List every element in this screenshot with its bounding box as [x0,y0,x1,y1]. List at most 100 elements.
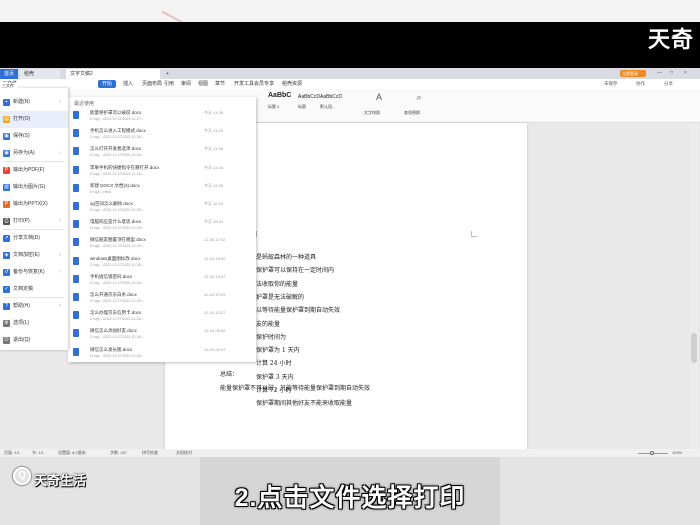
file-menu-item[interactable]: ◈ 文档加密(E) › [0,247,68,264]
recent-file-name: 怎么打开开发者选项.docx [90,146,142,152]
chevron-right-icon: › [59,303,61,309]
file-menu-item[interactable]: ▤ 打开(O) [0,111,68,128]
file-menu-item[interactable]: + 新建(N) › [0,94,68,111]
style-sample-2: AaBbCcD [298,94,320,100]
recent-file-path: D:\qq\...\2021.12.27\2021.12.24\... [90,317,145,322]
recent-file-name: 新建 DOCX 文档(3).docx [90,182,140,188]
zoom-level: 100% [672,450,683,455]
word-check-button[interactable]: 文档校对 [176,450,192,456]
instruction-caption: 2.点击文件选择打印 [234,484,466,512]
file-menu-item[interactable]: ▨ 输出为图片(G) [0,179,68,196]
file-menu-item[interactable]: ▣ 保存(S) [0,128,68,145]
recent-file-path: D:\qq\...\2021.12.27\2021.12.24\... [90,262,145,267]
menu-item-icon: ⏻ [3,337,10,344]
menu-item-label: 备份与恢复(K) [13,269,45,275]
recent-file-row[interactable]: 怎么开通京东白条.docx D:\qq\...\2021.12.27\2021.1… [68,289,256,308]
recent-file-row[interactable]: 手机怎么进入工程模式.docx D:\qq\...\2021.12.27\2021… [68,125,256,144]
recent-file-row[interactable]: windows桌面图标改.docx D:\qq\...\2021.12.27\20… [68,253,256,272]
word-doc-icon [73,183,79,192]
menu-item-label: 打印(P) [13,218,30,224]
recent-file-row[interactable]: 新建 DOCX 文档(3).docx D:\qq\...\new\ 今天 11:28 [68,180,256,199]
zoom-slider-handle[interactable] [650,451,654,455]
menu-item-label: 输出为PDF(F) [13,167,45,173]
menu-item-icon: ◈ [3,252,10,259]
menu-item[interactable]: 开发工具 [234,79,254,89]
document-text-line: 友的能量 [256,320,281,328]
tab-template[interactable]: 稻壳 [20,69,60,79]
menu-item[interactable]: 稻壳资源 [282,79,302,89]
menu-item[interactable]: 开始 [98,80,117,88]
menu-item-label: 打开(O) [13,116,31,122]
word-doc-icon [73,293,79,301]
recent-file-row[interactable]: 微信朋友圈置顶在哪里.docx D:\qq\...\2021.12.27\2021… [68,234,256,253]
file-menu-item[interactable]: ⏻ 退出(Q) [0,332,68,349]
chevron-right-icon: › [59,252,61,258]
recent-file-row[interactable]: 怎么打开开发者选项.docx D:\qq\...\2021.12.27\2021.… [68,143,256,162]
share-button[interactable]: 分享 [664,79,673,89]
recent-file-row[interactable]: 苹果手机的快捷指令在哪打开.docx D:\qq\...\2021.12.27\2… [68,162,256,181]
word-doc-icon [73,165,79,174]
top-brand-logo: 天奇 [647,27,694,52]
minimize-button[interactable]: — [655,70,664,77]
recent-file-row[interactable]: 微信怎么发长图.docx D:\qq\...\2021.12.27\2021.12… [68,344,256,363]
menu-item[interactable]: 插入 [123,79,133,89]
word-doc-icon [73,202,79,210]
file-menu-item[interactable]: ⎙ 打印(P) › [0,213,68,230]
recent-file-time: 今天 10:13 [204,201,224,206]
recent-file-row[interactable]: 怎么办理京东信用卡.docx D:\qq\...\2021.12.27\2021.… [68,307,256,326]
recent-file-time: 今天 11:35 [204,110,223,115]
recent-file-time: 今天 11:29 [204,128,223,134]
chevron-right-icon: › [59,150,61,156]
tab-home[interactable]: 首页 [0,69,18,79]
file-menu-item[interactable]: ⚙ 选项(L) [0,315,68,332]
menu-item-label: 输出为图片(G) [13,184,46,190]
file-menu-item[interactable]: ✓ 文档定稿 [0,281,68,298]
file-menu-item[interactable]: P 输出为PDF(F) [0,162,68,179]
text-layout-label: 文字排版 [364,110,380,115]
file-menu-item[interactable]: ↺ 备份与恢复(K) › [0,264,68,281]
close-button[interactable]: × [682,70,689,77]
vertical-scrollbar[interactable] [690,123,698,449]
menu-item-icon: ▤ [3,116,10,123]
menu-item[interactable]: 页面布局 [142,79,162,89]
search-icon[interactable]: ⌕ [410,92,428,110]
file-menu-item[interactable]: ▣ 另存为(A) › [0,145,68,162]
recent-file-row[interactable]: 电脑响应是什么意思.docx D:\qq\...\2021.12.27\2021.… [68,216,256,235]
menu-item[interactable]: 审阅 [181,79,191,89]
add-tab-button[interactable]: + [162,69,172,79]
file-menu-item[interactable]: ↗ 分享文档(D) [0,230,68,247]
word-doc-icon [73,329,79,338]
style-sample-1: AaBbC [268,92,292,99]
menu-item[interactable]: 引用 [164,79,174,89]
recent-file-row[interactable]: 微信怎么添加好友.docx D:\qq\...\2021.12.27\2021.1… [68,325,256,344]
menu-item-icon: ▣ [3,133,10,140]
recent-file-row[interactable]: 能量保护罩可以被窃.docx D:\qq\...\2021.12.31\2021.… [68,107,256,126]
document-text-line: 法收取你的能量 [256,280,299,288]
unsaved-indicator: 未保存 [604,81,618,86]
text-layout-icon[interactable]: A [370,92,388,110]
document-text-line: 保护罩 3 天内 [256,373,294,381]
file-menu-title[interactable]: 三文件 [0,83,18,89]
tab-document[interactable]: 文字文稿2 [66,69,160,79]
menu-item[interactable]: 会员专享 [254,79,274,89]
login-button[interactable]: 立即登录 [620,70,646,77]
word-doc-icon [73,147,79,156]
document-text-line: 是蚂蚁森林的一种道具 [256,254,317,261]
recent-file-row[interactable]: 手机短信锁密码.docx D:\qq\...\2021.12.27\2021.12… [68,271,256,290]
menu-item-icon: ↺ [3,269,10,276]
recent-file-row[interactable]: qq空间怎么删除.docx D:\qq\...\2021.12.27\2021.1… [68,198,256,217]
word-doc-icon [73,129,79,138]
maximize-button[interactable]: □ [668,70,675,77]
menu-bar: 三文件 开始插入页面布局引用审阅视图章节开发工具会员专享稻壳资源 未保存 协作 … [0,79,700,89]
menu-item[interactable]: 视图 [198,79,208,89]
file-menu-item[interactable]: P 输出为PPTX(X) [0,196,68,213]
file-menu-item[interactable]: ? 帮助(H) › [0,298,68,315]
scroll-thumb[interactable] [691,333,697,363]
style-gallery[interactable]: AaBbC AaBbCcD AaBbCcD 标题 4 标题 默认段... [262,92,344,110]
collaborate-button[interactable]: 协作 [636,79,645,89]
recent-file-path: D:\qq\...\2021.12.27\2021.12.23\... [90,226,145,231]
spell-check-toggle[interactable]: 拼写检查 [142,450,158,456]
menu-item[interactable]: 章节 [215,79,225,89]
recent-file-time: 今天 11:29 [204,146,223,152]
document-text-line: 总结： [220,371,239,378]
